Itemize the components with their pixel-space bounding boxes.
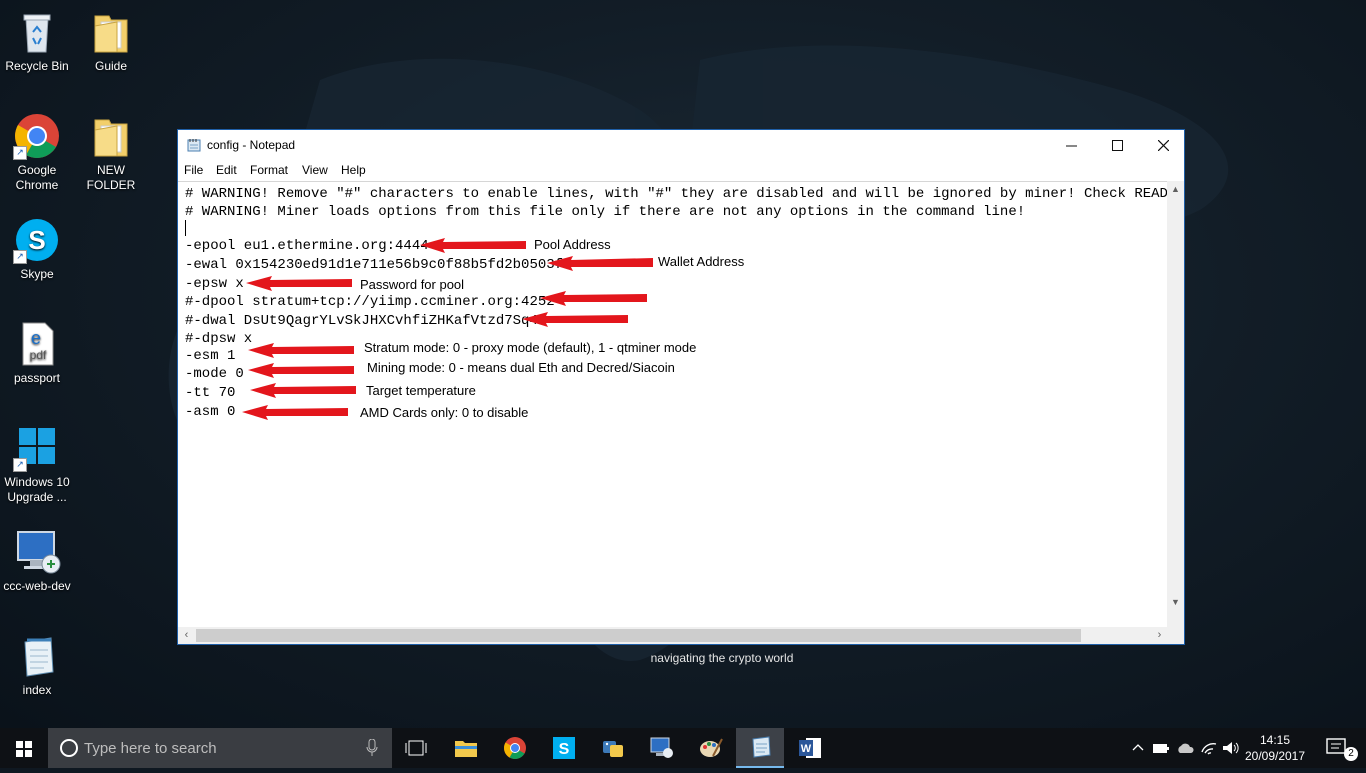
search-placeholder: Type here to search [84, 740, 217, 757]
file-explorer-icon [455, 741, 477, 757]
battery-icon[interactable] [1152, 741, 1170, 755]
chevron-up-icon[interactable] [1132, 742, 1144, 754]
note-pool-address: Pool Address [534, 237, 611, 252]
clock-date: 20/09/2017 [1244, 749, 1306, 763]
onedrive-cloud-icon[interactable] [1176, 741, 1196, 755]
task-view-button[interactable] [392, 728, 440, 768]
clock-time: 14:15 [1259, 733, 1291, 747]
taskbar-skype[interactable]: S [540, 728, 588, 768]
notepad-icon [752, 736, 771, 758]
notification-badge: 2 [1344, 747, 1358, 761]
clock[interactable]: 14:15 20/09/2017 [1240, 732, 1310, 764]
taskbar-word[interactable]: W [786, 728, 834, 768]
volume-icon[interactable] [1222, 740, 1240, 756]
note-amd-cards: AMD Cards only: 0 to disable [360, 405, 529, 420]
taskbar-file-explorer[interactable] [442, 728, 490, 768]
taskbar-remote-desktop[interactable] [638, 728, 686, 768]
taskbar-chrome[interactable] [491, 728, 539, 768]
arrow-stratum-mode [248, 343, 354, 358]
word-icon: W [799, 738, 821, 758]
arrow-amd-cards [242, 405, 348, 420]
note-mining-mode: Mining mode: 0 - means dual Eth and Decr… [367, 360, 675, 375]
arrow-wallet-address [547, 256, 653, 271]
taskbar-paint[interactable] [687, 728, 735, 768]
arrow-mining-mode [248, 363, 354, 378]
svg-text:S: S [559, 741, 570, 758]
note-target-temperature: Target temperature [366, 383, 476, 398]
chrome-icon [504, 737, 526, 759]
arrow-pool-address [420, 238, 526, 253]
taskbar: Type here to search S W 14:15 20/09/2017 [0, 728, 1366, 768]
python-icon [603, 741, 623, 757]
annotation-arrows [242, 238, 653, 420]
microphone-icon[interactable] [366, 739, 378, 757]
taskbar-python[interactable] [589, 728, 637, 768]
cortana-icon [60, 739, 78, 757]
arrow-target-temperature [250, 383, 356, 398]
arrow-dpool [540, 291, 647, 306]
arrow-dwal [522, 312, 628, 327]
search-box[interactable]: Type here to search [48, 728, 392, 768]
task-view-icon [405, 740, 427, 756]
windows-start-icon [16, 741, 32, 757]
skype-icon: S [553, 737, 575, 759]
arrow-password [246, 276, 352, 291]
remote-desktop-icon [650, 737, 673, 758]
note-wallet-address: Wallet Address [658, 254, 745, 269]
wifi-icon[interactable] [1200, 740, 1218, 756]
note-stratum-mode: Stratum mode: 0 - proxy mode (default), … [364, 340, 697, 355]
taskbar-notepad[interactable] [736, 728, 784, 768]
start-button[interactable] [0, 728, 48, 768]
note-password: Password for pool [360, 277, 465, 292]
svg-text:W: W [801, 743, 812, 755]
paint-icon [700, 738, 723, 757]
